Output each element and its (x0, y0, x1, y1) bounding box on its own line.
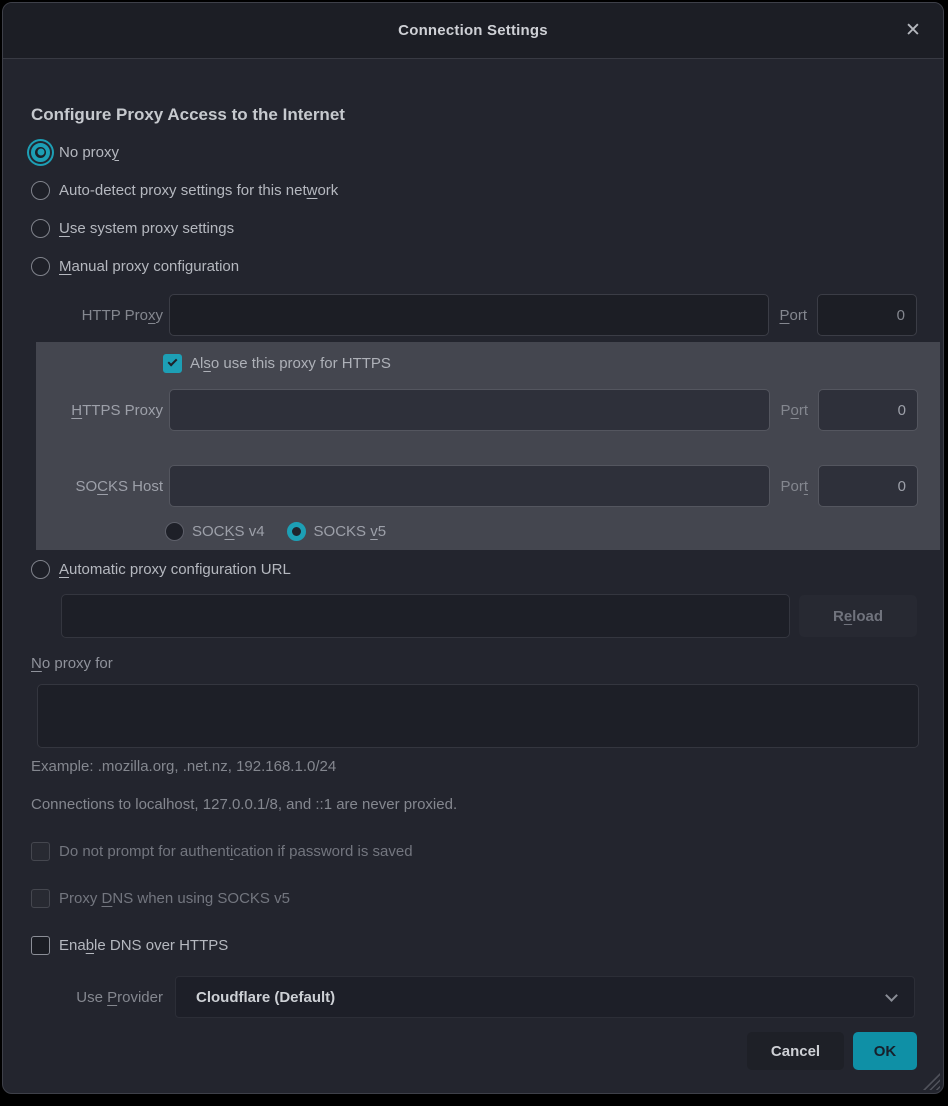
dialog-footer: Cancel OK (3, 1032, 917, 1070)
close-icon: ✕ (905, 21, 921, 40)
ok-button[interactable]: OK (853, 1032, 917, 1070)
socks-port-label: Port (780, 478, 808, 495)
https-proxy-row: HTTPS Proxy Port (36, 389, 918, 431)
https-socks-highlight-band: Also use this proxy for HTTPS HTTPS Prox… (36, 342, 940, 550)
doh-provider-row: Use Provider Cloudflare (Default) (31, 976, 915, 1018)
radio-auto-config-url-label: Automatic proxy configuration URL (59, 561, 291, 578)
radio-button-icon[interactable] (31, 143, 50, 162)
radio-system-proxy-label: Use system proxy settings (59, 220, 234, 237)
radio-system-proxy[interactable]: Use system proxy settings (31, 209, 943, 247)
checkbox-icon[interactable] (31, 842, 50, 861)
socks-port-input[interactable] (818, 465, 918, 507)
no-proxy-example-text: Example: .mozilla.org, .net.nz, 192.168.… (31, 758, 943, 775)
reload-button-label: Reload (833, 608, 883, 625)
resize-grip[interactable] (923, 1073, 940, 1090)
localhost-note-text: Connections to localhost, 127.0.0.1/8, a… (31, 796, 943, 813)
chevron-down-icon (885, 989, 898, 1002)
use-provider-label: Use Provider (31, 989, 163, 1006)
https-proxy-input[interactable] (169, 389, 770, 431)
no-proxy-for-label: No proxy for (31, 655, 943, 672)
radio-manual-proxy-label: Manual proxy configuration (59, 258, 239, 275)
http-proxy-row: HTTP Proxy Port (3, 294, 917, 336)
radio-button-icon[interactable] (31, 257, 50, 276)
http-proxy-input[interactable] (169, 294, 769, 336)
no-proxy-for-textarea[interactable] (37, 684, 919, 748)
checkbox-enable-doh-row[interactable]: Enable DNS over HTTPS (31, 933, 943, 957)
radio-no-proxy-label: No proxy (59, 144, 119, 161)
also-https-label: Also use this proxy for HTTPS (190, 355, 391, 372)
provider-selected-value: Cloudflare (Default) (196, 989, 887, 1006)
page-title: Configure Proxy Access to the Internet (31, 105, 943, 125)
https-port-input[interactable] (818, 389, 918, 431)
cancel-button[interactable]: Cancel (747, 1032, 844, 1070)
socks-host-input[interactable] (169, 465, 770, 507)
also-https-checkbox-row[interactable]: Also use this proxy for HTTPS (163, 353, 918, 373)
socks-host-label: SOCKS Host (36, 478, 163, 495)
provider-select[interactable]: Cloudflare (Default) (175, 976, 915, 1018)
radio-manual-proxy[interactable]: Manual proxy configuration (31, 247, 943, 285)
reload-button[interactable]: Reload (799, 595, 917, 637)
radio-socks-v4[interactable] (165, 522, 184, 541)
http-proxy-label: HTTP Proxy (3, 307, 163, 324)
http-port-label: Port (779, 307, 807, 324)
close-button[interactable]: ✕ (897, 15, 929, 47)
checkbox-no-prompt-row[interactable]: Do not prompt for authentication if pass… (31, 839, 943, 863)
enable-doh-label: Enable DNS over HTTPS (59, 937, 228, 954)
https-port-label: Port (780, 402, 808, 419)
checkbox-icon[interactable] (31, 936, 50, 955)
radio-button-icon[interactable] (31, 181, 50, 200)
checkbox-checked-icon[interactable] (163, 354, 182, 373)
checkbox-proxy-dns-row[interactable]: Proxy DNS when using SOCKS v5 (31, 886, 943, 910)
socks-version-radiogroup: SOCKS v4 SOCKS v5 (165, 519, 918, 543)
http-port-input[interactable] (817, 294, 917, 336)
proxy-dns-label: Proxy DNS when using SOCKS v5 (59, 890, 290, 907)
auto-config-url-row: Reload (61, 594, 917, 638)
no-prompt-label: Do not prompt for authentication if pass… (59, 843, 413, 860)
socks-host-row: SOCKS Host Port (36, 465, 918, 507)
checkbox-icon[interactable] (31, 889, 50, 908)
radio-socks-v4-label: SOCKS v4 (192, 523, 265, 540)
auto-config-url-input[interactable] (61, 594, 790, 638)
radio-auto-config-url[interactable]: Automatic proxy configuration URL (31, 552, 943, 586)
radio-button-icon[interactable] (31, 560, 50, 579)
check-icon (168, 356, 178, 366)
dialog-titlebar: Connection Settings ✕ (3, 3, 943, 59)
radio-socks-v5-label: SOCKS v5 (314, 523, 387, 540)
connection-settings-dialog: Connection Settings ✕ Configure Proxy Ac… (2, 2, 944, 1094)
radio-socks-v5[interactable] (287, 522, 306, 541)
radio-no-proxy[interactable]: No proxy (31, 133, 943, 171)
radio-auto-detect[interactable]: Auto-detect proxy settings for this netw… (31, 171, 943, 209)
https-proxy-label: HTTPS Proxy (36, 402, 163, 419)
radio-auto-detect-label: Auto-detect proxy settings for this netw… (59, 182, 338, 199)
dialog-title: Connection Settings (398, 22, 548, 39)
proxy-mode-radiogroup: No proxy Auto-detect proxy settings for … (3, 133, 943, 285)
radio-button-icon[interactable] (31, 219, 50, 238)
